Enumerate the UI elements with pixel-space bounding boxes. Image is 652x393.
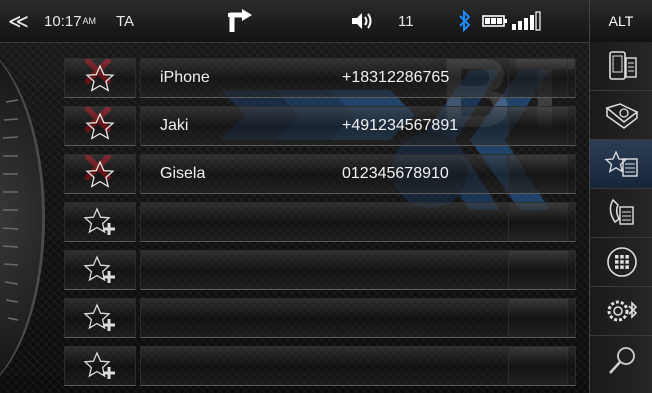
alt-button[interactable]: ALT [589, 0, 652, 42]
contact-name: Jaki [160, 117, 189, 134]
contact-number: 012345678910 [342, 165, 449, 182]
contact-name: iPhone [160, 69, 210, 86]
empty-entry[interactable] [140, 202, 568, 242]
clock: 10:17 AM [44, 0, 96, 42]
star-outline-icon [85, 160, 115, 188]
phone-contacts-button[interactable] [590, 42, 652, 91]
bt-settings-button[interactable] [590, 287, 652, 336]
contact-number: +491234567891 [342, 117, 459, 134]
add-favorite-button[interactable] [64, 250, 136, 290]
favorites-icon [603, 150, 638, 177]
keypad-button[interactable] [590, 238, 652, 287]
phone-contacts-icon [608, 51, 637, 80]
empty-favorite-slot[interactable] [64, 250, 576, 290]
contact-name: Gisela [160, 165, 206, 182]
call-log-icon [609, 198, 634, 225]
empty-favorite-slot[interactable] [64, 298, 576, 338]
volume-level: 11 [398, 12, 414, 30]
address-book-icon [604, 103, 638, 129]
add-favorite-button[interactable] [64, 298, 136, 338]
clock-time: 10:17 [44, 12, 82, 30]
clock-ampm: AM [82, 16, 97, 26]
right-sidebar [589, 42, 652, 393]
star-add-icon [83, 303, 115, 331]
favorite-row[interactable]: iPhone +18312286765 [64, 58, 576, 98]
star-outline-icon [85, 112, 115, 140]
empty-favorite-slot[interactable] [64, 346, 576, 386]
add-favorite-button[interactable] [64, 202, 136, 242]
favorite-row[interactable]: Gisela 012345678910 [64, 154, 576, 194]
bt-settings-icon [607, 300, 637, 322]
add-favorite-button[interactable] [64, 346, 136, 386]
favorite-star-button[interactable] [64, 154, 136, 194]
bluetooth-icon [458, 0, 472, 42]
favorite-row[interactable]: Jaki +491234567891 [64, 106, 576, 146]
empty-action-cell [508, 250, 576, 290]
search-button[interactable] [590, 336, 652, 385]
empty-action-cell [508, 202, 576, 242]
arc-tick-decoration [2, 99, 19, 321]
star-outline-icon [85, 64, 115, 92]
empty-action-cell [508, 298, 576, 338]
empty-favorite-slot[interactable] [64, 202, 576, 242]
star-add-icon [83, 207, 115, 235]
favorites-button[interactable] [590, 140, 652, 189]
traffic-announcement-label: TA [116, 12, 135, 30]
search-icon [608, 346, 635, 374]
keypad-icon [606, 247, 637, 277]
empty-action-cell [508, 346, 576, 386]
favorite-star-button[interactable] [64, 106, 136, 146]
empty-entry[interactable] [140, 346, 568, 386]
favorite-star-button[interactable] [64, 58, 136, 98]
speaker-icon [350, 0, 376, 42]
status-bar: ≪ 10:17 AM TA 11 [0, 0, 652, 43]
star-add-icon [83, 351, 115, 379]
star-add-icon [83, 255, 115, 283]
back-button[interactable]: ≪ [8, 0, 29, 42]
contact-number: +18312286765 [342, 69, 450, 86]
screen: BT ≪ 10:17AM TA 11 [0, 0, 652, 393]
address-book-button[interactable] [590, 91, 652, 140]
call-log-button[interactable] [590, 189, 652, 238]
nav-turn-icon [228, 0, 256, 42]
empty-entry[interactable] [140, 250, 568, 290]
battery-icon [482, 0, 508, 42]
signal-icon [511, 0, 541, 42]
empty-entry[interactable] [140, 298, 568, 338]
